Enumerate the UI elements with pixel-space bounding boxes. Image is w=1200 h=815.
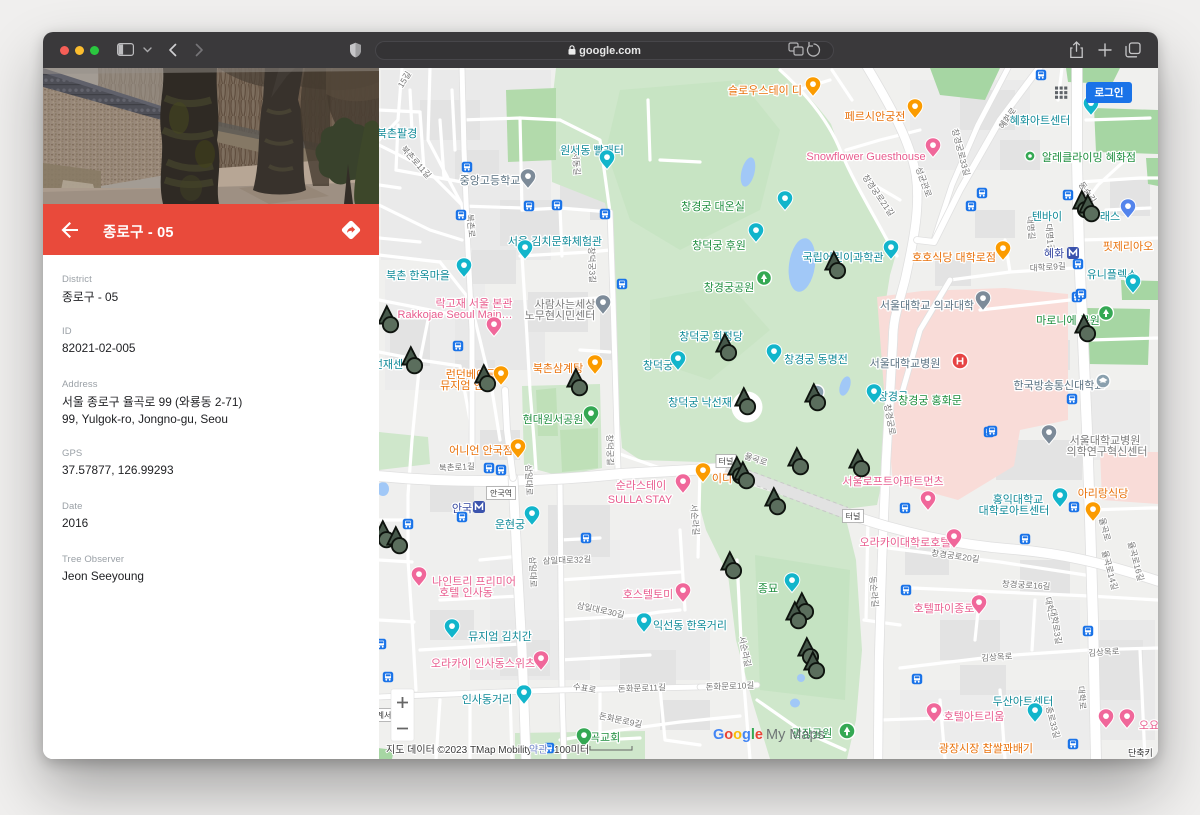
svg-text:뮤지엄 김치간: 뮤지엄 김치간 — [468, 630, 532, 643]
svg-text:페르시안궁전: 페르시안궁전 — [845, 110, 906, 123]
svg-text:서울대학교 의과대학: 서울대학교 의과대학 — [880, 299, 974, 312]
svg-text:창덕궁 낙선재: 창덕궁 낙선재 — [668, 396, 732, 409]
svg-text:SULLA STAY: SULLA STAY — [608, 494, 673, 506]
svg-text:창경궁 홍화문: 창경궁 홍화문 — [898, 393, 962, 407]
svg-text:두산아트센터: 두산아트센터 — [993, 695, 1054, 708]
svg-text:서울대학교병원: 서울대학교병원 — [870, 357, 941, 370]
svg-text:안국역: 안국역 — [490, 488, 512, 498]
svg-text:창경궁 동명전: 창경궁 동명전 — [784, 353, 848, 366]
svg-text:계서: 계서 — [379, 710, 391, 720]
svg-text:한국방송통신대학교: 한국방송통신대학교 — [1013, 379, 1104, 392]
svg-text:현대원서공원: 현대원서공원 — [523, 413, 584, 426]
svg-text:국립어린이과학관: 국립어린이과학관 — [803, 251, 884, 264]
svg-text:대학로: 대학로 — [1076, 686, 1088, 710]
svg-text:알레클라이밍 혜화점: 알레클라이밍 혜화점 — [1042, 150, 1136, 164]
svg-text:창덕궁3길: 창덕궁3길 — [586, 247, 597, 283]
svg-text:창덕궁 희정당: 창덕궁 희정당 — [679, 330, 743, 343]
svg-text:Google: Google — [713, 727, 763, 743]
svg-text:서울로프트아파트먼츠: 서울로프트아파트먼츠 — [842, 475, 943, 488]
svg-text:Snowflower Guesthouse: Snowflower Guesthouse — [806, 151, 925, 163]
svg-text:단축키: 단축키 — [1128, 748, 1153, 758]
svg-text:종묘: 종묘 — [758, 583, 778, 595]
svg-text:혜화아트센터: 혜화아트센터 — [1010, 114, 1071, 127]
svg-text:터널: 터널 — [846, 512, 861, 521]
svg-text:인사동거리: 인사동거리 — [462, 693, 513, 706]
svg-text:북촌로1길: 북촌로1길 — [439, 461, 475, 473]
svg-text:아리랑식당: 아리랑식당 — [1078, 487, 1129, 500]
svg-text:북촌 한옥마을: 북촌 한옥마을 — [386, 269, 450, 282]
svg-text:창덕궁길: 창덕궁길 — [604, 434, 615, 466]
svg-text:돈화문로10길: 돈화문로10길 — [705, 680, 754, 692]
svg-text:텐바이: 텐바이 — [1032, 210, 1062, 223]
svg-text:지도 데이터 ©2023 TMap Mobility: 지도 데이터 ©2023 TMap Mobility — [386, 744, 532, 756]
svg-text:호텔파이종로: 호텔파이종로 — [914, 602, 975, 615]
svg-text:오라카이대학로호텔: 오라카이대학로호텔 — [859, 536, 950, 549]
svg-text:돈화문로11길: 돈화문로11길 — [618, 682, 666, 694]
svg-text:호텔아트리움: 호텔아트리움 — [944, 710, 1005, 723]
svg-text:창덕궁 후원: 창덕궁 후원 — [692, 239, 746, 252]
svg-text:삼일대로: 삼일대로 — [527, 556, 538, 588]
svg-text:광장시장 찹쌀꽈배기: 광장시장 찹쌀꽈배기 — [939, 742, 1033, 755]
svg-text:삼일대로32길: 삼일대로32길 — [542, 554, 591, 566]
svg-text:북촌로: 북촌로 — [465, 214, 477, 238]
svg-text:오요: 오요 — [1139, 720, 1158, 732]
svg-text:창경궁공원: 창경궁공원 — [704, 281, 755, 294]
svg-text:순라스테이: 순라스테이 — [616, 479, 667, 492]
svg-text:어니언 안국점: 어니언 안국점 — [449, 444, 513, 457]
svg-text:창경궁 대온실: 창경궁 대온실 — [681, 200, 745, 213]
svg-text:호호식당 대학로점: 호호식당 대학로점 — [912, 251, 996, 264]
svg-text:호텔 인사동: 호텔 인사동 — [439, 586, 493, 599]
svg-text:슬로우스테이 디: 슬로우스테이 디 — [728, 84, 802, 97]
svg-text:운현궁: 운현궁 — [495, 518, 525, 531]
svg-text:선재센: 선재센 — [379, 358, 403, 371]
svg-text:로그인: 로그인 — [1095, 86, 1124, 99]
svg-text:북촌팔경: 북촌팔경 — [379, 127, 417, 140]
svg-text:터널: 터널 — [719, 457, 734, 466]
svg-text:마로니에 공원: 마로니에 공원 — [1036, 314, 1100, 327]
svg-text:래스: 래스 — [1100, 210, 1120, 223]
svg-text:홍익대학교: 홍익대학교 — [993, 492, 1044, 506]
svg-text:약관: 약관 — [529, 744, 547, 756]
svg-text:익선동 한옥거리: 익선동 한옥거리 — [653, 619, 727, 632]
svg-text:핏제리아오: 핏제리아오 — [1103, 240, 1154, 253]
svg-text:대학로아트센터: 대학로아트센터 — [979, 504, 1050, 517]
svg-text:삼일대로: 삼일대로 — [523, 464, 534, 496]
svg-text:오라카이 인사동스위츠: 오라카이 인사동스위츠 — [431, 657, 535, 670]
svg-text:노무현시민센터: 노무현시민센터 — [525, 309, 596, 322]
svg-text:My Maps: My Maps — [766, 727, 825, 743]
svg-text:창덕궁: 창덕궁 — [643, 359, 673, 372]
svg-text:100미터: 100미터 — [554, 744, 589, 756]
svg-text:중앙고등학교: 중앙고등학교 — [460, 174, 521, 187]
svg-text:호스텔토미: 호스텔토미 — [623, 588, 674, 601]
svg-text:의학연구혁신센터: 의학연구혁신센터 — [1067, 445, 1148, 458]
svg-text:혜화: 혜화 — [1044, 247, 1064, 260]
